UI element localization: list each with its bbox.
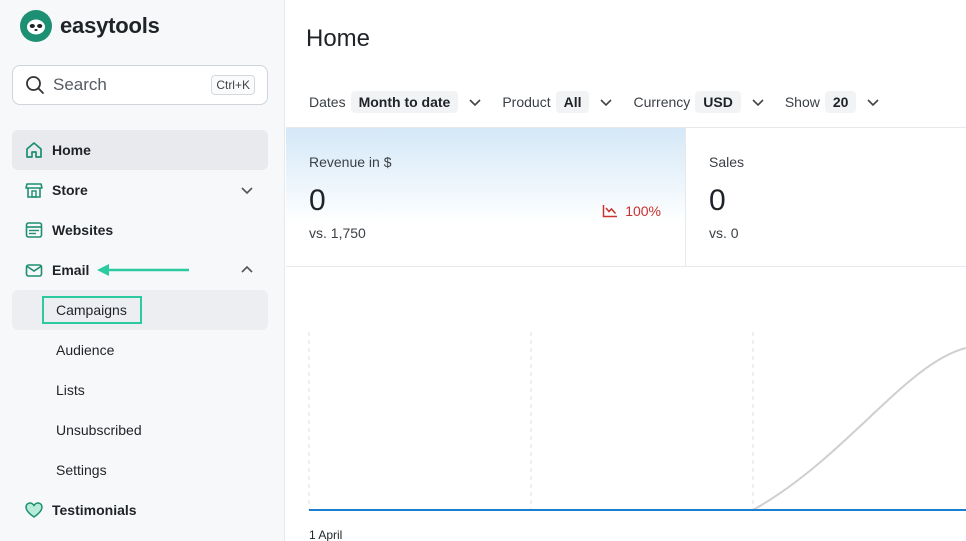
filter-product[interactable]: Product All xyxy=(502,91,613,113)
sidebar-subitem-lists[interactable]: Lists xyxy=(12,370,268,410)
comparison-series-line xyxy=(752,347,966,511)
filter-value: All xyxy=(555,91,590,113)
sidebar-subitem-campaigns[interactable]: Campaigns xyxy=(12,290,268,330)
filter-dates[interactable]: Dates Month to date xyxy=(309,91,482,113)
sidebar-item-home[interactable]: Home xyxy=(12,130,268,170)
search-input[interactable]: Search Ctrl+K xyxy=(12,65,268,105)
filter-value: 20 xyxy=(824,91,857,113)
stats-cards: Revenue in $ 0 vs. 1,750 100% Sales 0 vs… xyxy=(286,128,966,267)
chevron-up-icon[interactable] xyxy=(240,263,254,277)
sidebar-item-websites[interactable]: Websites xyxy=(12,210,268,250)
filter-label: Dates xyxy=(309,94,346,110)
filter-value: USD xyxy=(695,91,741,113)
email-submenu: Campaigns Audience Lists Unsubscribed Se… xyxy=(12,290,268,490)
trend-down-icon xyxy=(602,205,618,218)
search-shortcut: Ctrl+K xyxy=(211,75,255,95)
card-value: 0 xyxy=(309,184,326,217)
x-axis-tick-label: 1 April xyxy=(309,528,343,541)
revenue-chart: 1 April xyxy=(286,268,966,541)
sidebar-subitem-audience[interactable]: Audience xyxy=(12,330,268,370)
heart-icon xyxy=(24,500,44,520)
sidebar-item-label: Home xyxy=(52,142,91,158)
chevron-down-icon[interactable] xyxy=(468,95,482,109)
filter-show[interactable]: Show 20 xyxy=(785,91,881,113)
card-value: 0 xyxy=(709,184,726,217)
sidebar-item-label: Email xyxy=(52,262,90,278)
filter-bar: Dates Month to date Product All Currency… xyxy=(309,91,900,113)
card-title: Revenue in $ xyxy=(309,154,392,170)
delta-value: 100% xyxy=(625,203,661,219)
revenue-card[interactable]: Revenue in $ 0 vs. 1,750 100% xyxy=(286,128,686,266)
search-placeholder: Search xyxy=(53,75,107,94)
card-title: Sales xyxy=(709,154,745,170)
chart-canvas xyxy=(308,332,966,511)
filter-value: Month to date xyxy=(350,91,459,113)
sidebar-item-label: Testimonials xyxy=(52,502,137,518)
sales-card[interactable]: Sales 0 vs. 0 xyxy=(686,128,966,266)
chevron-down-icon[interactable] xyxy=(866,95,880,109)
sidebar-subitem-settings[interactable]: Settings xyxy=(12,450,268,490)
store-icon xyxy=(24,180,44,200)
chevron-down-icon[interactable] xyxy=(751,95,765,109)
delta-badge: 100% xyxy=(602,203,661,219)
sidebar-subitem-unsubscribed[interactable]: Unsubscribed xyxy=(12,410,268,450)
app-window: easytools Search Ctrl+K Home Store Websi… xyxy=(0,0,966,541)
websites-icon xyxy=(24,220,44,240)
sidebar: easytools Search Ctrl+K Home Store Websi… xyxy=(0,0,285,541)
main-content: Home Dates Month to date Product All Cur… xyxy=(286,0,966,541)
card-compare: vs. 0 xyxy=(709,225,739,241)
chevron-down-icon[interactable] xyxy=(599,95,613,109)
brand[interactable]: easytools xyxy=(20,10,160,42)
sidebar-item-testimonials[interactable]: Testimonials xyxy=(12,490,268,530)
filter-label: Currency xyxy=(633,94,691,110)
sidebar-item-label: Store xyxy=(52,182,88,198)
filter-label: Product xyxy=(502,94,551,110)
card-compare: vs. 1,750 xyxy=(309,225,366,241)
search-icon xyxy=(26,76,44,94)
annotation-arrow-icon xyxy=(97,264,189,276)
filter-currency[interactable]: Currency USD xyxy=(633,91,764,113)
sidebar-item-label: Websites xyxy=(52,222,114,238)
sloth-logo-icon xyxy=(20,10,52,42)
page-title: Home xyxy=(306,25,371,52)
chevron-down-icon[interactable] xyxy=(240,183,254,197)
sidebar-nav: Home Store Websites Email Campaigns Audi… xyxy=(12,130,268,530)
email-icon xyxy=(24,260,44,280)
sidebar-item-store[interactable]: Store xyxy=(12,170,268,210)
brand-name: easytools xyxy=(60,13,160,38)
home-icon xyxy=(24,140,44,160)
filter-label: Show xyxy=(784,94,820,110)
